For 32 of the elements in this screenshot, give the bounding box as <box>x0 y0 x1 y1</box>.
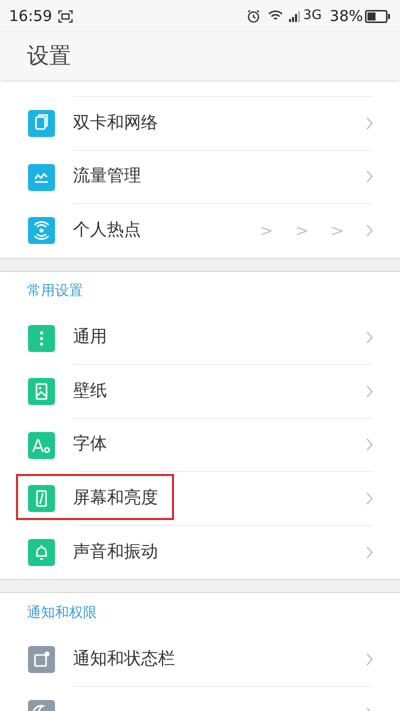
network-type: 3G <box>303 7 322 26</box>
chevron-icon <box>366 652 373 666</box>
chevron-icon <box>366 438 373 452</box>
setting-label[interactable]: 字体 <box>73 432 107 458</box>
screenshot-icon <box>58 10 74 22</box>
setting-label[interactable]: 壁纸 <box>73 378 107 404</box>
setting-label[interactable]: 声音和振动 <box>73 540 158 565</box>
stray-mark: > <box>260 220 274 242</box>
stray-mark: > <box>330 220 344 242</box>
signal-icon <box>289 10 302 22</box>
status-time: 16:59 <box>9 6 52 27</box>
alarm-icon <box>247 10 260 22</box>
stray-mark: > <box>295 220 309 242</box>
chevron-icon <box>366 546 373 559</box>
section-header: 通知和权限 <box>27 604 97 622</box>
setting-label[interactable]: 流量管理 <box>73 164 141 190</box>
section-header: 常用设置 <box>27 282 83 301</box>
battery-icon <box>365 10 391 22</box>
chevron-icon <box>366 492 373 505</box>
chevron-icon <box>366 384 373 398</box>
chevron-icon <box>366 331 373 344</box>
setting-label[interactable]: 个人热点 <box>73 218 141 244</box>
setting-label[interactable]: 通知和状态栏 <box>73 646 175 672</box>
setting-label[interactable]: 通用 <box>73 325 107 350</box>
chevron-icon <box>366 170 373 184</box>
wifi-icon <box>268 10 284 22</box>
battery-percent: 38% <box>330 6 363 27</box>
page-title: 设置 <box>27 42 71 70</box>
chevron-icon <box>366 116 373 130</box>
setting-label[interactable]: 屏幕和亮度 <box>73 486 158 511</box>
setting-label[interactable]: 双卡和网络 <box>73 110 158 136</box>
chevron-icon <box>366 224 373 238</box>
